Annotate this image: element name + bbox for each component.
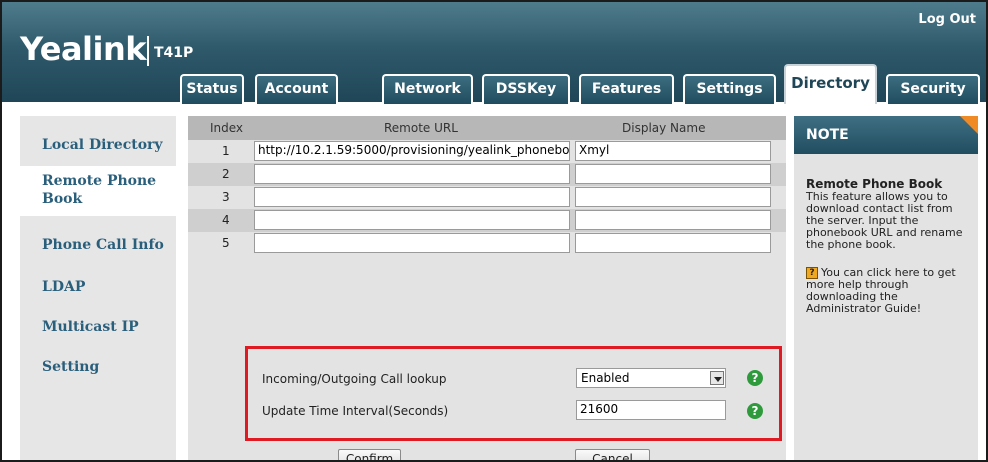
table-row: 2: [188, 163, 786, 186]
display-name-input[interactable]: [575, 210, 771, 230]
tab-network[interactable]: Network: [382, 74, 473, 104]
logo-separator: [147, 36, 149, 66]
model-label: T41P: [154, 45, 194, 61]
row-index: 2: [222, 167, 230, 181]
row-index: 4: [222, 213, 230, 227]
remote-url-input[interactable]: http://10.2.1.59:5000/provisioning/yeali…: [254, 141, 570, 161]
display-name-input[interactable]: [575, 187, 771, 207]
remote-url-input[interactable]: [254, 187, 570, 207]
sidebar-item-remote-phone-book[interactable]: Remote Phone Book: [20, 166, 176, 216]
tab-features[interactable]: Features: [579, 74, 674, 104]
update-interval-input[interactable]: 21600: [576, 400, 726, 420]
note-heading: Remote Phone Book: [806, 177, 943, 191]
note-help-text[interactable]: You can click here to get more help thro…: [806, 266, 956, 315]
note-header: NOTE: [794, 116, 978, 154]
remote-url-input[interactable]: [254, 210, 570, 230]
table-row: 5: [188, 232, 786, 255]
help-icon[interactable]: ?: [747, 370, 763, 386]
note-body: Remote Phone Book This feature allows yo…: [806, 178, 972, 315]
remote-url-input[interactable]: [254, 164, 570, 184]
tab-settings[interactable]: Settings: [683, 74, 776, 104]
table-row: 4: [188, 209, 786, 232]
column-header-index: Index: [210, 121, 244, 135]
note-text: This feature allows you to download cont…: [806, 190, 963, 251]
corner-flag-icon: [960, 116, 978, 134]
note-title: NOTE: [806, 127, 849, 143]
help-icon[interactable]: ?: [747, 403, 763, 419]
table-header: Index Remote URL Display Name: [188, 116, 786, 140]
call-lookup-label: Incoming/Outgoing Call lookup: [262, 372, 447, 386]
chevron-down-icon[interactable]: [710, 371, 724, 385]
call-lookup-selected-value: Enabled: [581, 371, 630, 385]
tab-directory[interactable]: Directory: [784, 64, 877, 104]
content-area: Local Directory Remote Phone Book Phone …: [10, 104, 978, 460]
column-header-remote-url: Remote URL: [384, 121, 458, 135]
column-header-display-name: Display Name: [622, 121, 706, 135]
display-name-input[interactable]: Xmyl: [575, 141, 771, 161]
note-help-link[interactable]: ? You can click here to get more help thr…: [806, 267, 972, 315]
cancel-button[interactable]: Cancel: [575, 449, 650, 460]
call-lookup-select[interactable]: Enabled: [576, 368, 726, 388]
sidebar-item-local-directory[interactable]: Local Directory: [20, 136, 176, 154]
row-index: 1: [222, 144, 230, 158]
tab-status[interactable]: Status: [180, 74, 244, 104]
logout-link[interactable]: Log Out: [918, 12, 976, 27]
remote-phonebook-panel: Index Remote URL Display Name 1 http://1…: [188, 116, 786, 460]
yealink-logo: Yealink: [20, 30, 147, 68]
call-lookup-highlight-box: [245, 346, 782, 441]
display-name-input[interactable]: [575, 233, 771, 253]
sidebar-item-phone-call-info[interactable]: Phone Call Info: [20, 236, 176, 254]
sidebar-item-multicast-ip[interactable]: Multicast IP: [20, 318, 176, 336]
note-panel: NOTE Remote Phone Book This feature allo…: [794, 116, 978, 460]
app-frame: Yealink T41P Log Out Status Account Netw…: [0, 0, 988, 462]
sidebar-item-setting[interactable]: Setting: [20, 358, 176, 376]
table-row: 1 http://10.2.1.59:5000/provisioning/yea…: [188, 140, 786, 163]
confirm-button[interactable]: Confirm: [338, 449, 401, 460]
sidebar-item-ldap[interactable]: LDAP: [20, 278, 176, 296]
sidebar: Local Directory Remote Phone Book Phone …: [20, 116, 176, 460]
remote-url-input[interactable]: [254, 233, 570, 253]
display-name-input[interactable]: [575, 164, 771, 184]
table-row: 3: [188, 186, 786, 209]
row-index: 5: [222, 236, 230, 250]
tab-account[interactable]: Account: [255, 74, 338, 104]
tab-dsskey[interactable]: DSSKey: [482, 74, 570, 104]
tab-security[interactable]: Security: [886, 74, 980, 104]
row-index: 3: [222, 190, 230, 204]
header-bar: Yealink T41P Log Out Status Account Netw…: [2, 2, 986, 104]
update-interval-label: Update Time Interval(Seconds): [262, 404, 449, 418]
